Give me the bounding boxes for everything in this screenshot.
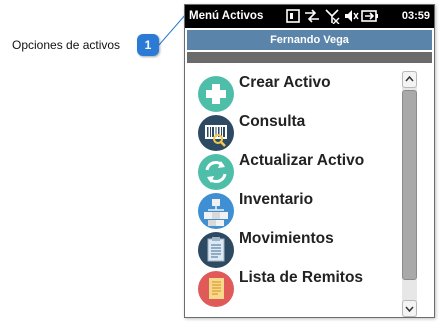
scroll-down-button[interactable]: [402, 300, 417, 317]
menu-item-label: Consulta: [239, 113, 306, 130]
connectivity-icon[interactable]: [303, 8, 321, 24]
menu-item-consulta[interactable]: Consulta: [197, 110, 397, 151]
separator-bar: [187, 52, 432, 63]
menu-item-actualizar-activo[interactable]: Actualizar Activo: [197, 149, 397, 190]
menu-item-label: Actualizar Activo: [239, 152, 365, 169]
clock: 03:59: [401, 10, 430, 22]
vertical-scrollbar[interactable]: [402, 71, 417, 317]
title-bar: Menú Activos 03:59: [185, 5, 434, 28]
menu-item-label: Movimientos: [239, 230, 334, 247]
callout-label: Opciones de activos: [12, 38, 121, 52]
add-plus-icon: [198, 76, 234, 112]
refresh-arrows-icon: [198, 154, 234, 190]
menu-item-inventario[interactable]: Inventario: [197, 188, 397, 229]
window-title: Menú Activos: [189, 10, 264, 22]
scroll-thumb[interactable]: [402, 90, 417, 280]
menu-item-label: Inventario: [239, 191, 314, 208]
callout-badge: 1: [137, 34, 159, 56]
menu-item-movimientos[interactable]: Movimientos: [197, 227, 397, 268]
menu-item-label: Lista de Remitos: [239, 269, 364, 286]
chevron-down-icon: [405, 306, 414, 313]
menu-item-lista-de-remitos[interactable]: Lista de Remitos: [197, 266, 397, 307]
chevron-up-icon: [405, 75, 414, 82]
user-name-bar: Fernando Vega: [187, 30, 432, 50]
menu-item-label: Crear Activo: [239, 74, 331, 91]
speaker-muted-icon[interactable]: [343, 8, 359, 24]
window-icon[interactable]: [285, 8, 301, 24]
scroll-up-button[interactable]: [402, 71, 417, 88]
battery-icon[interactable]: [361, 8, 379, 24]
boxes-hierarchy-icon: [198, 193, 234, 229]
menu-item-crear-activo[interactable]: Crear Activo: [197, 71, 397, 112]
barcode-search-icon: [198, 115, 234, 151]
device-screen: Menú Activos 03:59 Fernando Vega Crear A…: [184, 4, 435, 318]
no-signal-icon[interactable]: [324, 8, 340, 24]
clipboard-icon: [198, 232, 234, 268]
document-list-icon: [198, 271, 234, 307]
